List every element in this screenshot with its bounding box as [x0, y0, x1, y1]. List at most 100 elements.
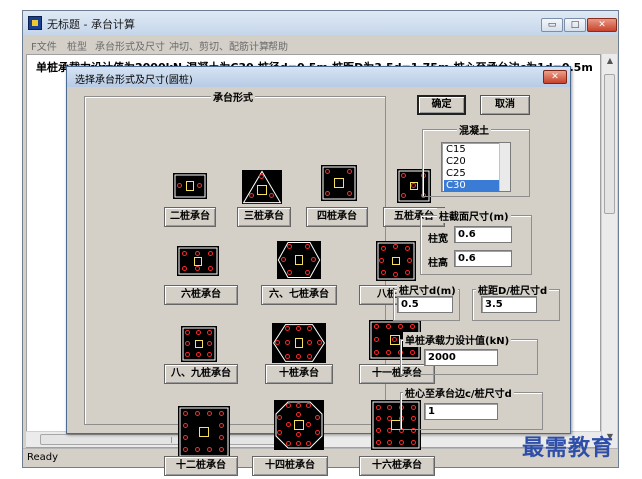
pile-marker	[182, 422, 188, 428]
pile-marker	[405, 270, 410, 275]
ok-button[interactable]: 确定	[417, 95, 466, 115]
concrete-caption: 混凝土	[457, 122, 491, 137]
vertical-scrollbar[interactable]: ▲ ▼	[601, 54, 617, 448]
pile-marker	[346, 190, 352, 196]
bearing-capacity-input[interactable]: 2000	[424, 349, 498, 366]
cap-diagram	[173, 173, 207, 199]
pile-marker	[182, 410, 188, 416]
pile-marker	[207, 250, 213, 256]
pile-marker	[194, 410, 200, 416]
concrete-list-scrollbar[interactable]	[499, 143, 510, 191]
menu-cap-form[interactable]: 承台形式及尺寸	[95, 38, 165, 53]
pile-marker	[296, 403, 301, 408]
menu-calculation[interactable]: 冲切、剪切、配筋计算	[169, 38, 269, 53]
pile-marker	[277, 429, 282, 435]
concrete-option[interactable]: C15	[444, 144, 500, 156]
column-height-label: 柱高	[428, 258, 448, 269]
pile-marker	[373, 337, 379, 342]
pile-marker	[375, 439, 381, 445]
column-marker	[198, 426, 210, 438]
cap-group-caption: 承台形式	[211, 89, 255, 104]
pile-marker	[182, 250, 188, 256]
pile-marker	[195, 250, 200, 256]
watermark-text: 最需教育	[522, 435, 615, 461]
menu-pile-type[interactable]: 桩型	[67, 38, 87, 53]
cap-option-button[interactable]: 八、九桩承台	[164, 364, 238, 384]
pile-marker	[387, 404, 392, 410]
pile-marker	[194, 447, 200, 453]
pile-marker	[306, 441, 311, 446]
pile-marker	[296, 326, 301, 331]
pile-marker	[385, 324, 391, 330]
maximize-button[interactable]: □	[564, 18, 586, 32]
cap-option-button[interactable]: 十四桩承台	[252, 456, 328, 476]
pile-marker	[195, 265, 200, 271]
pile-marker	[296, 354, 301, 359]
cap-option-button[interactable]: 四桩承台	[306, 207, 368, 227]
cap-diagram	[277, 241, 321, 279]
pile-marker	[400, 193, 406, 199]
cap-option-button[interactable]: 十桩承台	[265, 364, 333, 384]
pile-marker	[325, 190, 331, 196]
pile-marker	[315, 429, 320, 435]
column-marker	[193, 256, 203, 266]
pile-marker	[387, 439, 392, 445]
pile-marker	[410, 439, 416, 445]
cap-option-button[interactable]: 十六桩承台	[359, 456, 435, 476]
concrete-option[interactable]: C25	[444, 168, 500, 180]
pile-marker	[306, 326, 312, 331]
pile-marker	[315, 414, 320, 420]
menu-file[interactable]: F文件	[31, 38, 57, 53]
pile-marker	[346, 169, 352, 175]
concrete-option[interactable]: C20	[444, 156, 500, 168]
pile-marker	[269, 192, 274, 198]
minimize-button[interactable]: ▭	[541, 18, 563, 32]
column-size-caption: 柱截面尺寸(m)	[437, 208, 511, 223]
column-height-input[interactable]: 0.6	[454, 250, 512, 267]
dialog-title: 选择承台形式及尺寸(圆桩)	[75, 75, 193, 86]
cap-diagram	[181, 326, 217, 362]
concrete-option-selected[interactable]: C30	[444, 180, 500, 192]
edge-distance-caption: 桩心至承台边c/桩尺寸d	[403, 385, 514, 400]
column-marker	[194, 339, 204, 349]
concrete-listbox[interactable]: C15 C20 C25 C30	[441, 142, 511, 192]
pile-marker	[399, 439, 404, 445]
status-text: Ready	[27, 452, 59, 463]
column-marker	[294, 338, 304, 348]
pile-marker	[286, 422, 291, 427]
pile-marker	[182, 447, 188, 453]
pile-marker	[373, 349, 379, 355]
window-title: 无标题 - 承台计算	[47, 18, 135, 31]
cap-diagram	[376, 241, 416, 281]
dialog-close-button[interactable]: ✕	[543, 70, 567, 84]
scroll-up-icon[interactable]: ▲	[602, 56, 618, 70]
cap-diagram	[274, 400, 324, 450]
cap-option-button[interactable]: 十二桩承台	[164, 456, 238, 476]
cap-option-button[interactable]: 六桩承台	[164, 285, 238, 305]
vertical-scroll-thumb[interactable]	[604, 74, 615, 214]
horizontal-scroll-thumb[interactable]	[40, 434, 308, 445]
cap-option-button[interactable]: 二桩承台	[164, 207, 216, 227]
pile-marker	[375, 416, 381, 421]
cap-option-button[interactable]: 六、七桩承台	[261, 285, 337, 305]
pile-spacing-input[interactable]: 3.5	[481, 296, 537, 313]
pile-marker	[286, 441, 291, 446]
pile-marker	[280, 257, 286, 262]
pile-marker	[196, 351, 201, 357]
column-width-input[interactable]: 0.6	[454, 226, 512, 243]
pile-marker	[304, 243, 310, 249]
pile-marker	[379, 258, 384, 263]
cap-option-button[interactable]: 三桩承台	[237, 207, 291, 227]
pile-size-input[interactable]: 0.5	[397, 296, 453, 313]
column-marker	[389, 335, 401, 345]
cap-diagram	[272, 323, 326, 363]
menu-help[interactable]: 帮助	[268, 38, 288, 53]
pile-marker	[219, 422, 225, 428]
column-marker	[334, 178, 344, 188]
pile-marker	[306, 340, 312, 345]
edge-distance-input[interactable]: 1	[424, 403, 498, 420]
pile-marker	[249, 192, 254, 198]
close-button[interactable]: ✕	[587, 18, 617, 32]
cap-diagram	[321, 165, 357, 201]
cancel-button[interactable]: 取消	[480, 95, 530, 115]
